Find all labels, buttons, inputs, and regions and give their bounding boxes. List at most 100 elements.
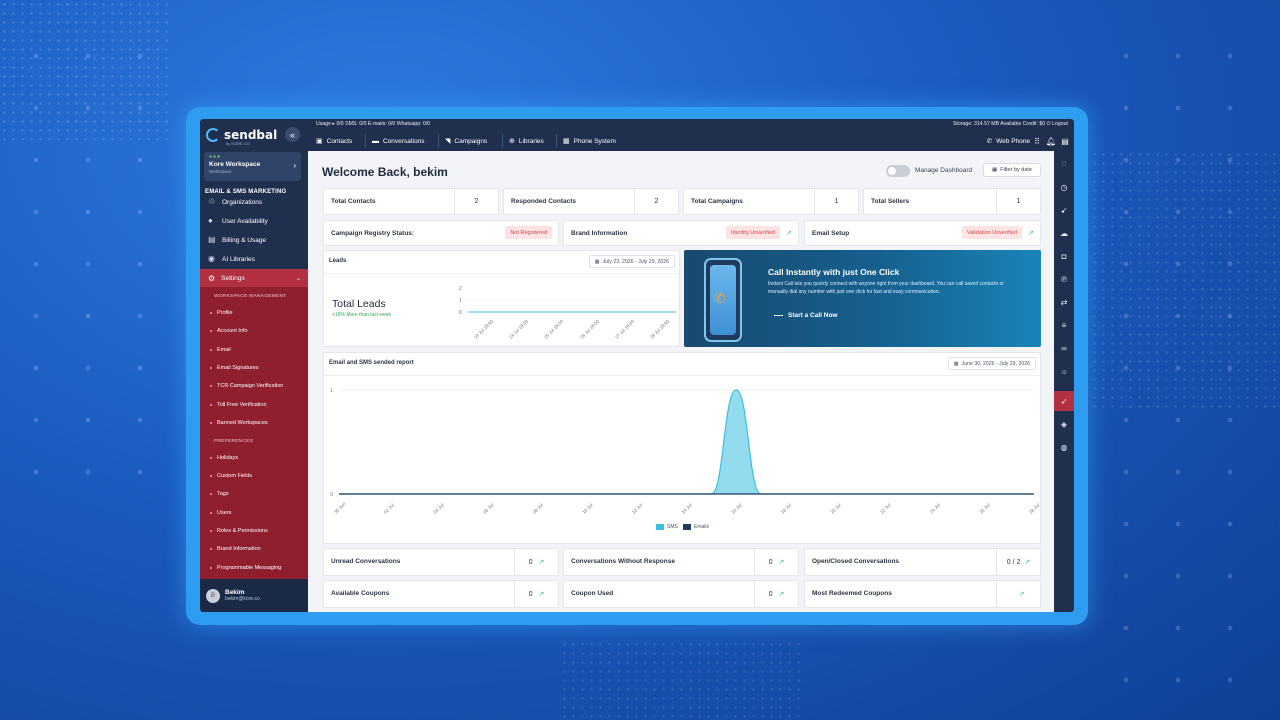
user-icon: ● bbox=[208, 216, 213, 225]
user-profile[interactable]: B Bekim bekim@kore.co bbox=[200, 579, 308, 612]
sidebar-item-ai-libraries[interactable]: ◉ AI Libraries bbox=[200, 250, 308, 268]
x-tick: 04 Jul bbox=[432, 502, 444, 514]
submenu-title: WORKSPACE MANAGEMENT bbox=[214, 294, 287, 299]
submenu-item[interactable]: Roles & Permissions bbox=[210, 528, 268, 534]
chevron-down-icon: ⌄ bbox=[295, 275, 301, 282]
leads-date-range[interactable]: ▦ July 23, 2026 - July 29, 2026 bbox=[588, 255, 675, 268]
divider bbox=[365, 134, 366, 148]
list-icon[interactable]: ≡ bbox=[1058, 319, 1070, 331]
parking-icon[interactable]: ℗ bbox=[1058, 273, 1070, 285]
sun-icon[interactable]: ☼ bbox=[1058, 365, 1070, 377]
arrow-up-right-icon[interactable]: ↗ bbox=[779, 558, 785, 566]
submenu-item[interactable]: Custom Fields bbox=[210, 473, 252, 479]
manage-dashboard-toggle[interactable] bbox=[886, 165, 910, 177]
legend-swatch bbox=[683, 524, 691, 530]
legend-sms[interactable]: SMS bbox=[656, 524, 678, 530]
submenu-item[interactable]: Brand Information bbox=[210, 546, 261, 552]
sidebar-item-user-availability[interactable]: ● User Availability bbox=[200, 212, 308, 230]
box-icon[interactable]: ◘ bbox=[1058, 250, 1070, 262]
report-date-range[interactable]: ▦ June 30, 2026 - July 29, 2026 bbox=[947, 357, 1036, 370]
arrow-up-right-icon[interactable]: ↗ bbox=[539, 590, 545, 598]
nav-phone-system[interactable]: ▦ Phone System bbox=[559, 133, 620, 149]
submenu-item[interactable]: Profile bbox=[210, 310, 233, 316]
leads-change: +16% More than last week bbox=[332, 312, 392, 318]
storage-summary: Storage: 314.57 MB Available Credit: $0 … bbox=[952, 121, 1068, 127]
arrow-up-right-icon[interactable]: ↗ bbox=[539, 558, 545, 566]
divider bbox=[556, 134, 557, 148]
card-value: ↗ bbox=[996, 581, 1040, 607]
submenu-item[interactable]: Tags bbox=[210, 491, 229, 497]
report-title: Email and SMS sended report bbox=[329, 360, 414, 366]
nav-campaigns[interactable]: ◥ Campaigns bbox=[441, 133, 491, 149]
submenu-item[interactable]: TCR Campaign Verification bbox=[210, 383, 283, 389]
workspace-switcher[interactable]: ●●● Kore Workspace Workspace › bbox=[204, 152, 301, 181]
nav-contacts[interactable]: ▣ Contacts bbox=[312, 133, 356, 149]
submenu-item[interactable]: Email Signatures bbox=[210, 365, 259, 371]
sidebar-item-label: Organizations bbox=[222, 198, 263, 206]
sidebar-item-settings[interactable]: ⚙ Settings ⌄ bbox=[200, 269, 308, 287]
contacts-icon: ▣ bbox=[316, 138, 323, 145]
bell-icon[interactable]: 🔔︎ bbox=[1044, 133, 1058, 149]
submenu-item[interactable]: Programmable Messaging bbox=[210, 565, 281, 571]
loader-icon[interactable]: ◌ bbox=[1058, 157, 1070, 169]
sidebar-item-label: Billing & Usage bbox=[222, 236, 267, 244]
sidebar-item-organizations[interactable]: ♲ Organizations bbox=[200, 193, 308, 211]
web-phone-button[interactable]: ✆ Web Phone bbox=[987, 133, 1030, 149]
manage-dashboard-label: Manage Dashboard bbox=[915, 167, 973, 174]
x-tick: 28 Jul bbox=[1028, 502, 1040, 514]
x-tick: 06 Jul bbox=[482, 502, 494, 514]
submenu-item[interactable]: Holidays bbox=[210, 455, 238, 461]
cloud-icon[interactable]: ☁ bbox=[1058, 227, 1070, 239]
collapse-sidebar-button[interactable]: « bbox=[285, 127, 300, 142]
card-most-redeemed-coupons: Most Redeemed Coupons ↗ bbox=[804, 580, 1041, 608]
submenu-item[interactable]: Account Info bbox=[210, 328, 248, 334]
avatar: B bbox=[206, 588, 220, 603]
arrow-up-right-icon[interactable]: ↗ bbox=[1024, 558, 1030, 566]
arrow-up-right-icon[interactable]: ↗ bbox=[779, 590, 785, 598]
stat-label: Total Contacts bbox=[331, 198, 376, 205]
submenu-item[interactable]: Email bbox=[210, 347, 231, 353]
layers-icon[interactable]: ◈ bbox=[1058, 418, 1070, 430]
sidebar-item-billing[interactable]: ▤ Billing & Usage bbox=[200, 231, 308, 249]
arrow-up-right-icon[interactable]: ↗ bbox=[786, 229, 792, 237]
legend-emails[interactable]: Emails bbox=[683, 524, 709, 530]
link-icon[interactable]: ∞ bbox=[1058, 342, 1070, 354]
submenu-title: PREFERENCES bbox=[214, 439, 254, 444]
page-title: Welcome Back, bekim bbox=[322, 165, 448, 179]
integration-icon[interactable]: ➹ bbox=[1058, 204, 1070, 216]
card-label: Coupon Used bbox=[571, 590, 614, 597]
phone-illustration: ✆ bbox=[704, 258, 742, 342]
clock-icon[interactable]: ◷ bbox=[1058, 181, 1070, 193]
billing-icon: ▤ bbox=[208, 235, 216, 244]
stat-card-total-campaigns: Total Campaigns 1 bbox=[683, 188, 859, 215]
submenu-item[interactable]: Users bbox=[210, 510, 231, 516]
status-card-email-setup[interactable]: Email Setup Validation Unverified ↗ bbox=[804, 220, 1041, 246]
nav-conversations[interactable]: ▬ Conversations bbox=[368, 133, 429, 149]
status-card-brand-information[interactable]: Brand Information Identity Unverified ↗ bbox=[563, 220, 799, 246]
arrow-up-right-icon[interactable]: ↗ bbox=[1019, 590, 1025, 598]
series-area-sms bbox=[339, 390, 1034, 494]
integration-active-icon[interactable]: ➶ bbox=[1058, 395, 1070, 407]
report-chart: 1 030 Jun 02 Jul 04 Jul 06 Jul 08 Jul 10 Jul 12… bbox=[330, 388, 1040, 515]
promo-title: Call Instantly with just One Click bbox=[768, 267, 900, 277]
status-card-campaign-registry[interactable]: Campaign Registry Status: Not Registered bbox=[323, 220, 559, 246]
card-value: 0 ↗ bbox=[514, 549, 558, 575]
series-line-sms bbox=[339, 389, 1034, 495]
double-chevron-left-icon: « bbox=[289, 129, 295, 140]
nav-libraries[interactable]: ⊕ Libraries bbox=[505, 133, 548, 149]
stat-label: Total Campaigns bbox=[691, 198, 743, 205]
shuffle-icon[interactable]: ⇄ bbox=[1058, 296, 1070, 308]
filter-by-date-button[interactable]: ▦ Filter by date bbox=[983, 163, 1041, 177]
calendar-icon[interactable]: ▤ bbox=[1058, 133, 1072, 149]
status-label: Email Setup bbox=[812, 230, 850, 237]
arrow-up-right-icon[interactable]: ↗ bbox=[1028, 229, 1034, 237]
start-call-button[interactable]: Start a Call Now bbox=[774, 312, 837, 319]
submenu-item[interactable]: Toll Free Verification bbox=[210, 402, 267, 408]
phone-handset-icon: ✆ bbox=[714, 290, 726, 306]
globe-icon[interactable]: ◍ bbox=[1058, 441, 1070, 453]
apps-grid-icon[interactable]: ⠿ bbox=[1030, 133, 1044, 149]
topbar: Usage ▸ 0/0 SMS: 0/0 E-mails: 0/0 Whatsa… bbox=[308, 119, 1074, 151]
user-email: bekim@kore.co bbox=[225, 596, 260, 602]
status-badge: Validation Unverified bbox=[961, 226, 1022, 239]
submenu-item[interactable]: Banned Workspaces bbox=[210, 420, 268, 426]
